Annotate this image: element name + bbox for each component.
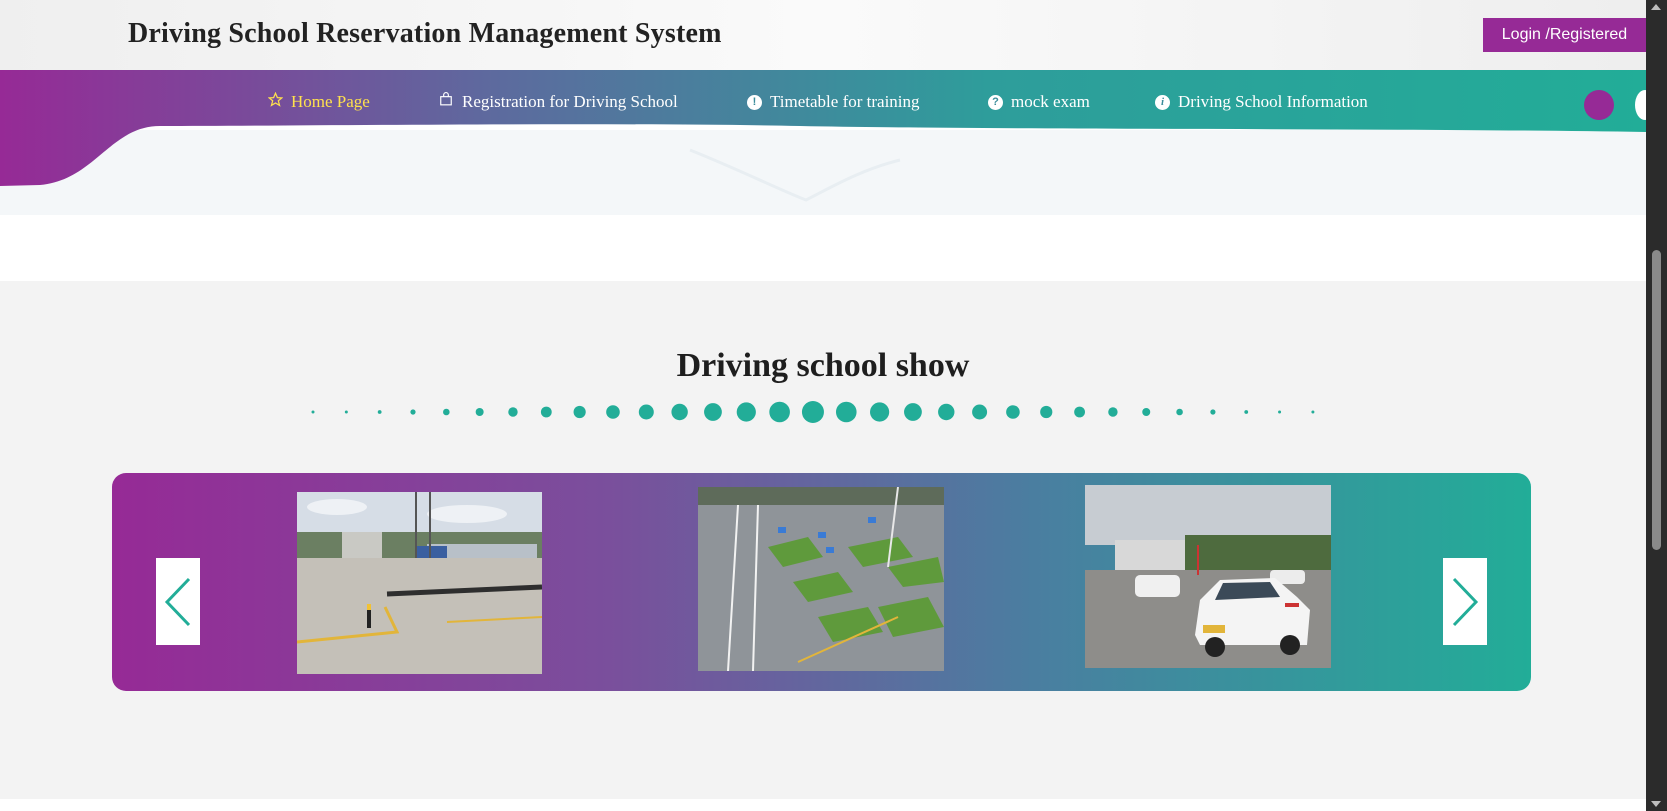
exclamation-icon: !	[747, 94, 762, 110]
divider-dot	[475, 408, 484, 416]
question-icon: ?	[988, 94, 1003, 110]
nav-timetable-label: Timetable for training	[770, 92, 920, 111]
main-nav: Home Page Registration for Driving Schoo…	[0, 70, 1646, 134]
star-icon	[268, 92, 283, 110]
divider-dot	[508, 407, 518, 417]
divider-dot	[1040, 405, 1053, 419]
chevron-right-icon	[1452, 577, 1479, 626]
divider-dot	[904, 403, 922, 421]
divider-dot	[704, 403, 722, 421]
nav-information-label: Driving School Information	[1178, 92, 1368, 111]
bag-icon	[439, 92, 454, 110]
nav-registration[interactable]: Registration for Driving School	[439, 92, 678, 112]
scroll-up-arrow-icon[interactable]	[1651, 4, 1661, 10]
nav-mock-exam-label: mock exam	[1011, 92, 1090, 111]
nav-information[interactable]: i Driving School Information	[1155, 92, 1368, 112]
carousel-next-button[interactable]	[1443, 558, 1487, 645]
divider-dot	[769, 401, 790, 423]
main-nav-band: Home Page Registration for Driving Schoo…	[0, 70, 1646, 215]
divider-dot	[410, 409, 416, 415]
divider-dot	[1006, 405, 1020, 419]
divider-dot	[835, 401, 857, 423]
site-header: Driving School Reservation Management Sy…	[0, 0, 1646, 70]
decorative-dots-divider	[311, 401, 1315, 423]
login-register-button[interactable]: Login /Registered	[1483, 18, 1646, 52]
page-bottom	[0, 799, 1646, 811]
scroll-down-arrow-icon[interactable]	[1651, 801, 1661, 807]
chevron-left-icon	[164, 577, 191, 626]
divider-dot	[801, 401, 824, 423]
nav-registration-label: Registration for Driving School	[462, 92, 678, 111]
section-title: Driving school show	[676, 347, 970, 384]
driving-school-show-section: Driving school show	[0, 281, 1646, 799]
vertical-scrollbar[interactable]	[1646, 0, 1667, 811]
divider-dot	[606, 405, 620, 419]
training-car-photo[interactable]	[1085, 485, 1331, 668]
divider-dot	[736, 402, 756, 422]
carousel-prev-button[interactable]	[156, 558, 200, 645]
nav-home-label: Home Page	[291, 92, 370, 111]
divider-dot	[1142, 408, 1151, 416]
divider-dot	[972, 404, 988, 420]
divider-dot	[311, 410, 315, 414]
divider-dot	[1108, 407, 1118, 417]
divider-dot	[1074, 406, 1085, 418]
scrollbar-thumb[interactable]	[1652, 250, 1661, 550]
info-icon: i	[1155, 94, 1170, 110]
divider-dot	[870, 402, 890, 422]
photo-carousel	[112, 473, 1531, 691]
training-yard-photo[interactable]	[297, 492, 542, 674]
divider-dot	[1311, 410, 1315, 414]
spacer	[0, 215, 1646, 281]
purple-theme-circle[interactable]	[1584, 90, 1614, 120]
divider-dot	[671, 403, 688, 421]
divider-dot	[540, 406, 552, 418]
site-title: Driving School Reservation Management Sy…	[128, 18, 722, 49]
nav-timetable[interactable]: ! Timetable for training	[747, 92, 920, 112]
divider-dot	[1278, 410, 1282, 414]
divider-dot	[1244, 410, 1249, 414]
divider-dot	[1210, 409, 1216, 415]
divider-dot	[344, 410, 348, 414]
divider-dot	[377, 410, 382, 414]
nav-mock-exam[interactable]: ? mock exam	[988, 92, 1090, 112]
white-theme-circle[interactable]	[1635, 90, 1646, 120]
aerial-course-photo[interactable]	[698, 487, 944, 671]
divider-dot	[443, 408, 450, 416]
divider-dot	[638, 404, 654, 420]
divider-dot	[573, 405, 586, 419]
nav-home[interactable]: Home Page	[268, 92, 370, 112]
divider-dot	[1176, 408, 1183, 416]
divider-dot	[938, 403, 955, 421]
